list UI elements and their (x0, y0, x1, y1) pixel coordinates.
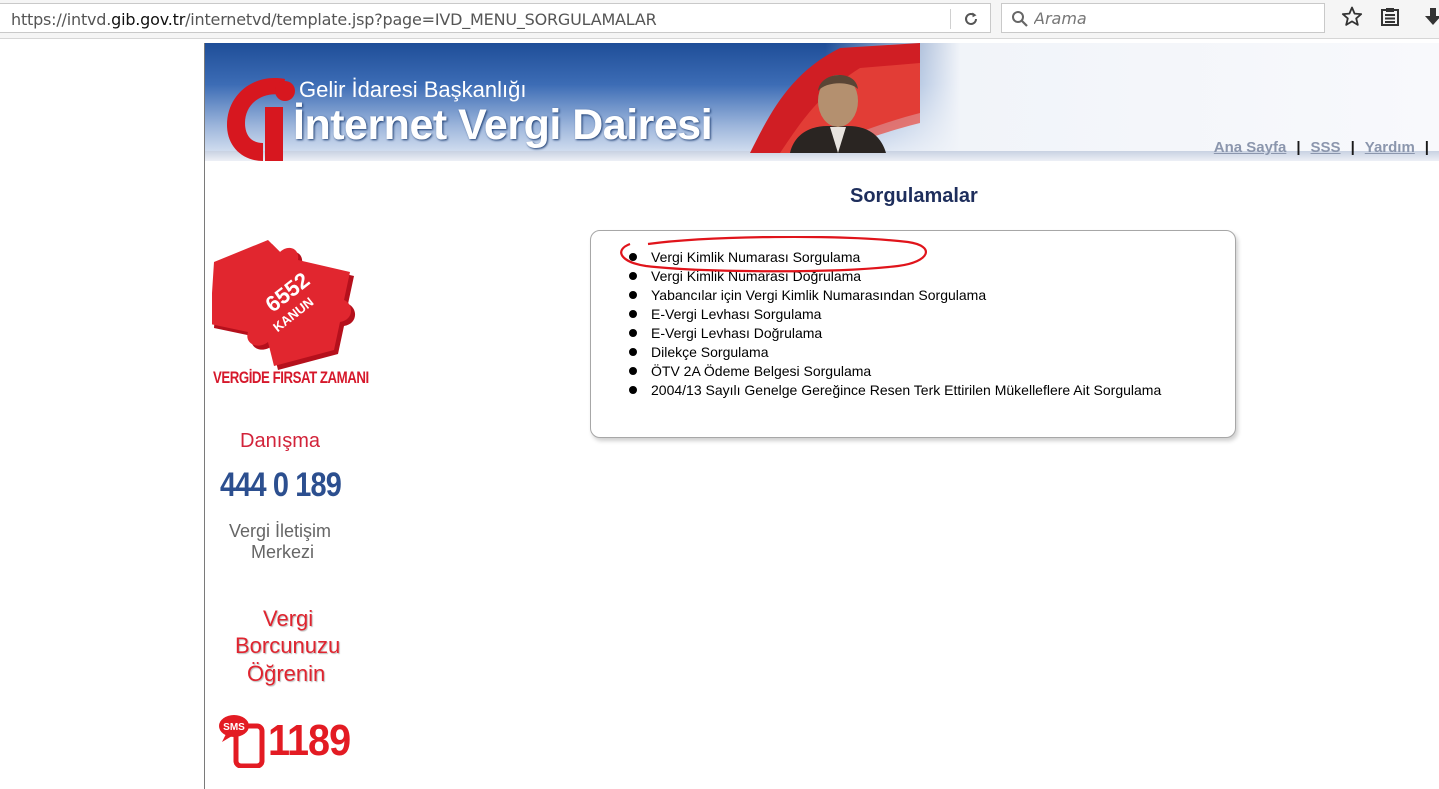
query-link-vkn-sorgulama[interactable]: Vergi Kimlik Numarası Sorgulama (651, 249, 860, 265)
query-link-vkn-dogrulama[interactable]: Vergi Kimlik Numarası Doğrulama (651, 268, 861, 284)
nav-separator: | (1350, 139, 1355, 156)
bullet (629, 329, 637, 337)
nav-separator: | (1424, 139, 1429, 156)
debt-promo-line2[interactable]: Borcunuzu (235, 633, 340, 659)
bullet (629, 253, 637, 261)
bullet (629, 367, 637, 375)
sms-phone-icon: SMS (219, 715, 265, 768)
help-label: Danışma (240, 430, 321, 452)
search-input[interactable] (1034, 8, 1314, 28)
search-icon (1011, 10, 1029, 28)
help-center-label-line1: Vergi İletişim (229, 521, 332, 541)
url-separator (950, 9, 951, 29)
query-link-foreigner-vkn[interactable]: Yabancılar için Vergi Kimlik Numarasında… (651, 287, 986, 303)
query-link-dilekce[interactable]: Dilekçe Sorgulama (651, 344, 769, 360)
nav-link-help[interactable]: Yardım (1365, 139, 1415, 156)
url-text[interactable]: https://intvd.gib.gov.tr/internetvd/temp… (11, 10, 657, 29)
bullet (629, 310, 637, 318)
url-prefix: https://intvd. (11, 10, 112, 29)
download-icon[interactable] (1421, 5, 1439, 31)
help-center-label-line2: Merkezi (251, 542, 315, 562)
sms-number[interactable]: 1189 (268, 716, 351, 766)
top-nav-links: Ana Sayfa | SSS | Yardım | (1214, 139, 1439, 156)
debt-promo-line1[interactable]: Vergi (263, 606, 313, 632)
debt-promo-line3[interactable]: Öğrenin (247, 661, 325, 687)
query-link-e-levha-dogrulama[interactable]: E-Vergi Levhası Doğrulama (651, 325, 822, 341)
address-bar[interactable]: https://intvd.gib.gov.tr/internetvd/temp… (0, 3, 991, 33)
help-phone-number[interactable]: 444 0 189 (220, 466, 342, 505)
campaign-caption[interactable]: VERGİDE FIRSAT ZAMANI (213, 368, 369, 388)
search-bar[interactable] (1001, 3, 1325, 33)
organization-name: Gelir İdaresi Başkanlığı (299, 77, 527, 102)
site-title: İnternet Vergi Dairesi (293, 101, 713, 149)
sms-badge-text: SMS (223, 722, 245, 733)
query-menu-box: Vergi Kimlik Numarası Sorgulama Vergi Ki… (590, 230, 1236, 438)
bookmark-star-icon[interactable] (1339, 5, 1365, 31)
query-link-otv-2a[interactable]: ÖTV 2A Ödeme Belgesi Sorgulama (651, 363, 871, 379)
site-header-banner: Gelir İdaresi Başkanlığı İnternet Vergi … (205, 43, 1439, 161)
reading-list-icon[interactable] (1377, 5, 1403, 31)
bullet (629, 386, 637, 394)
nav-link-faq[interactable]: SSS (1311, 139, 1341, 156)
query-link-e-levha-sorgulama[interactable]: E-Vergi Levhası Sorgulama (651, 306, 821, 322)
bullet (629, 348, 637, 356)
6552-kanun-puzzle-banner[interactable]: 6552 KANUN (212, 236, 362, 371)
bullet (629, 291, 637, 299)
url-domain: gib.gov.tr (111, 10, 186, 29)
url-suffix: /internetvd/template.jsp?page=IVD_MENU_S… (185, 10, 657, 29)
ataturk-portrait-icon (750, 43, 920, 153)
bullet (629, 272, 637, 280)
nav-separator: | (1296, 139, 1301, 156)
gib-logo-icon (227, 78, 295, 161)
query-link-resen-terk[interactable]: 2004/13 Sayılı Genelge Gereğince Resen T… (651, 382, 1161, 398)
nav-link-home[interactable]: Ana Sayfa (1214, 139, 1287, 156)
page-title: Sorgulamalar (850, 185, 978, 207)
browser-toolbar: https://intvd.gib.gov.tr/internetvd/temp… (0, 0, 1439, 39)
reload-icon[interactable] (958, 7, 984, 31)
